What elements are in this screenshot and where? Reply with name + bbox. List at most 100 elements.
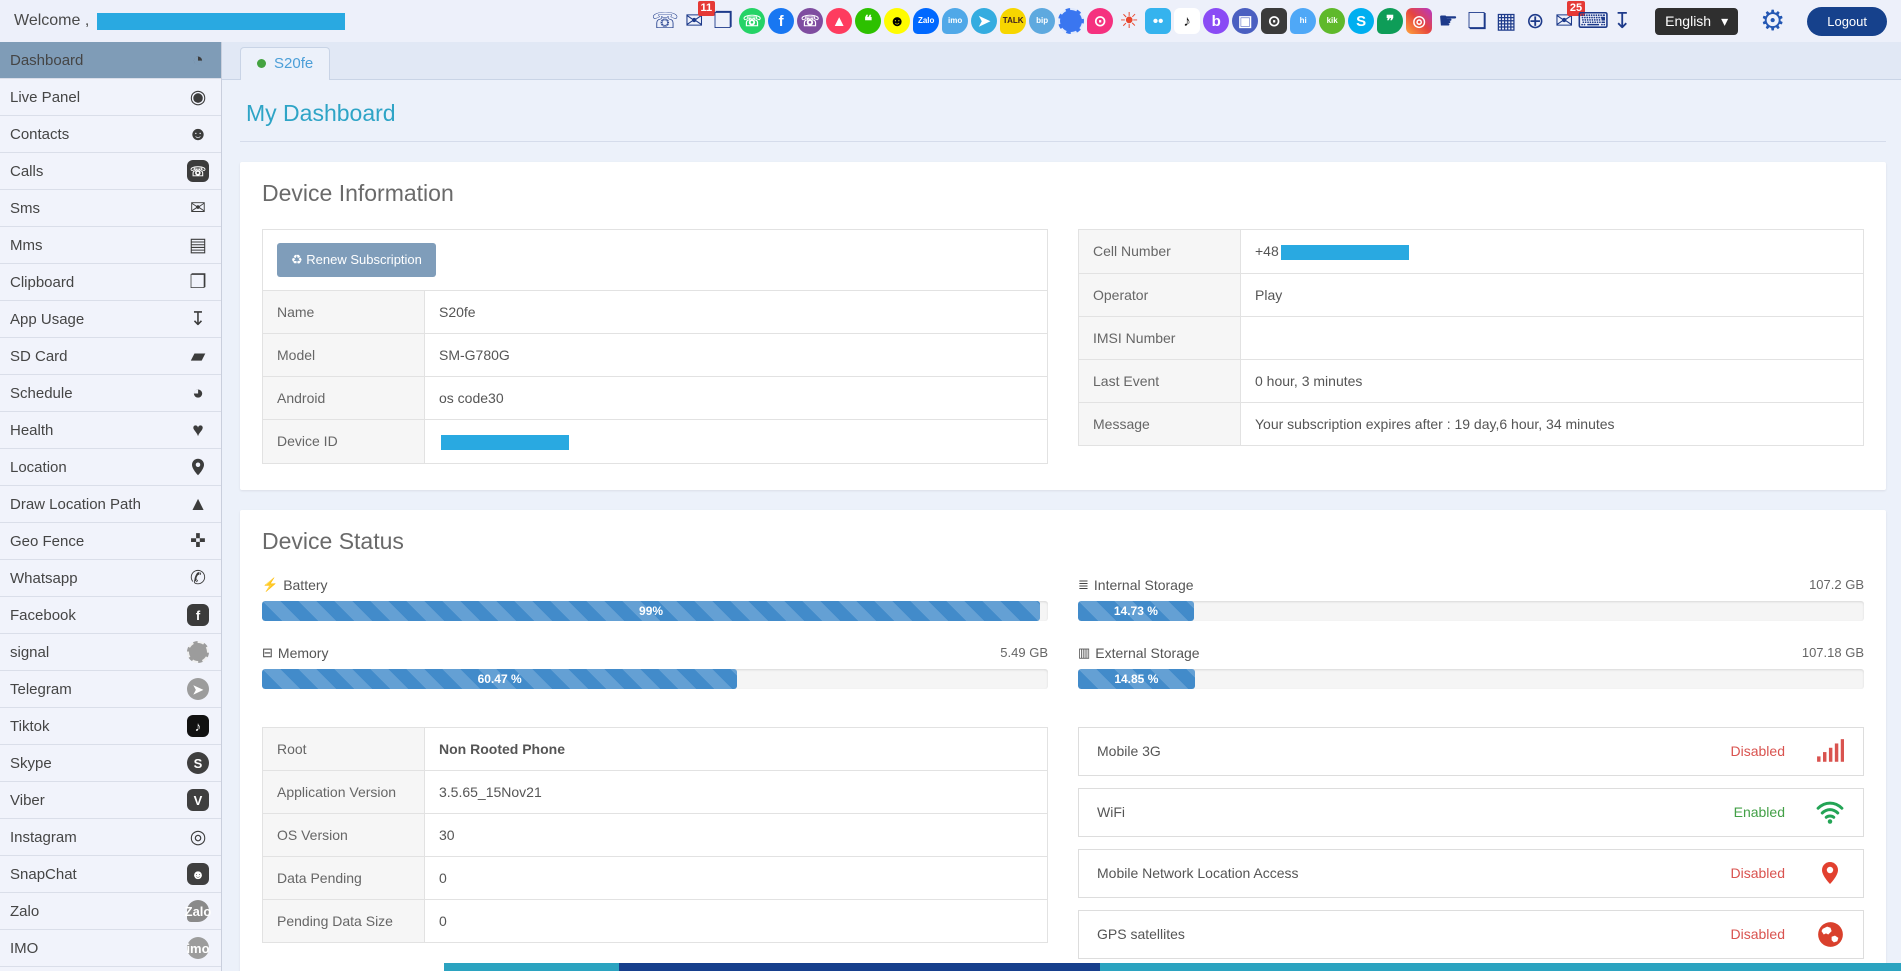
- device-tab[interactable]: S20fe: [240, 47, 331, 80]
- language-selected-value: English: [1665, 13, 1712, 29]
- sidebar-item-tiktok[interactable]: Tiktok ♪: [0, 708, 221, 745]
- skype-icon[interactable]: S: [1348, 8, 1375, 34]
- table-row: Name S20fe: [262, 290, 1048, 334]
- sidebar-item-dashboard[interactable]: Dashboard ◔: [0, 42, 221, 79]
- tiktok-icon[interactable]: ♪: [1174, 8, 1201, 34]
- sidebar-item-geo-fence[interactable]: Geo Fence ✜: [0, 523, 221, 560]
- snapchat-icon: ☻: [187, 863, 209, 885]
- welcome-label: Welcome ,: [14, 12, 90, 29]
- renew-subscription-button[interactable]: ♻ Renew Subscription: [277, 243, 436, 277]
- hangouts-icon[interactable]: ❞: [1377, 8, 1404, 34]
- file-manager-icon[interactable]: ❏: [1464, 8, 1490, 34]
- botim-icon[interactable]: b: [1203, 8, 1230, 34]
- sidebar-item-zalo[interactable]: Zalo Zalo: [0, 893, 221, 930]
- scrollbar-thumb[interactable]: [618, 963, 1100, 971]
- sidebar-item-sd-card[interactable]: SD Card ▰: [0, 338, 221, 375]
- sidebar-item-viber[interactable]: Viber V: [0, 782, 221, 819]
- sidebar-item-label: Calls: [10, 162, 44, 180]
- progress-fill: 14.85 %: [1078, 668, 1195, 689]
- two-dot-messenger-icon[interactable]: ••: [1145, 8, 1172, 34]
- device-status-card: Device Status ⚡ Battery 99% ⊟ Memory 5.4…: [240, 509, 1886, 971]
- radio-status-list: Mobile 3G Disabled WiFi Enabled Mobile N…: [1078, 726, 1864, 971]
- private-chat-icon[interactable]: ⊙: [1261, 8, 1288, 34]
- sidebar-item-calls[interactable]: Calls ☏: [0, 153, 221, 190]
- imo-icon[interactable]: imo: [942, 8, 969, 34]
- sidebar-item-label: Whatsapp: [10, 569, 78, 587]
- sidebar-item-whatsapp[interactable]: Whatsapp ✆: [0, 560, 221, 597]
- sidebar-item-health[interactable]: Health ♥: [0, 412, 221, 449]
- table-row: Model SM-G780G: [262, 333, 1048, 377]
- whatsapp-icon: ✆: [190, 567, 206, 589]
- table-row: Cell Number +48: [1078, 229, 1864, 274]
- health-icon: ♥: [192, 419, 204, 441]
- row-label: Model: [262, 333, 425, 377]
- progress-fill: 60.47 %: [262, 668, 738, 689]
- device-detail-left: Root Non Rooted Phone Application Versio…: [262, 726, 1048, 971]
- workplace-icon[interactable]: ▣: [1232, 8, 1259, 34]
- meter-icon: ≣: [1078, 576, 1089, 592]
- sidebar-item-facebook[interactable]: Facebook f: [0, 597, 221, 634]
- table-row: Operator Play: [1078, 272, 1864, 317]
- whatsapp-icon[interactable]: ☏: [739, 8, 766, 34]
- download-icon[interactable]: ↧: [1609, 8, 1635, 34]
- sidebar-item-clipboard[interactable]: Clipboard ❐: [0, 264, 221, 301]
- video-chat-icon[interactable]: ⊙: [1087, 8, 1114, 34]
- sidebar-item-live-panel[interactable]: Live Panel ◉: [0, 79, 221, 116]
- sidebar-item-app-usage[interactable]: App Usage ↧: [0, 301, 221, 338]
- signal-icon: [187, 641, 209, 663]
- sidebar-item-label: signal: [10, 643, 50, 661]
- progress-value: 60.47 %: [477, 671, 522, 686]
- instagram-icon: ◎: [189, 826, 207, 848]
- wechat-icon[interactable]: ❝: [855, 8, 882, 34]
- sidebar-item-mms[interactable]: Mms ▤: [0, 227, 221, 264]
- sidebar-item-telegram[interactable]: Telegram ➤: [0, 671, 221, 708]
- call-recording-icon[interactable]: ☏: [651, 8, 679, 34]
- gear-icon[interactable]: ⚙: [1760, 7, 1785, 35]
- device-info-table-right: Cell Number +48 Operator Play IMSI Numbe…: [1078, 229, 1864, 446]
- sidebar-item-label: Health: [10, 421, 54, 439]
- keylogger-icon[interactable]: ⌨: [1577, 8, 1609, 34]
- web-history-icon[interactable]: ⊕: [1522, 8, 1548, 34]
- sidebar-item-instagram[interactable]: Instagram ◎: [0, 819, 221, 856]
- sms-icon[interactable]: ✉ 11: [681, 1, 716, 34]
- snapchat-icon[interactable]: ☻: [884, 8, 911, 34]
- viber-icon[interactable]: ☏: [797, 8, 824, 34]
- sidebar-item-schedule[interactable]: Schedule ◕: [0, 375, 221, 412]
- sidebar-item-sms[interactable]: Sms ✉: [0, 190, 221, 227]
- sidebar-item-snapchat[interactable]: SnapChat ☻: [0, 856, 221, 893]
- photos-icon[interactable]: ▦: [1493, 8, 1519, 34]
- sidebar-item-label: Viber: [10, 791, 45, 809]
- row-value: S20fe: [424, 290, 1048, 334]
- logout-button[interactable]: Logout: [1807, 6, 1887, 36]
- sidebar-item-skype[interactable]: Skype S: [0, 745, 221, 782]
- zalo-icon[interactable]: Zalo: [913, 8, 940, 34]
- email-icon[interactable]: ✉ 25: [1551, 1, 1586, 34]
- telegram-icon[interactable]: ➤: [971, 8, 998, 34]
- dashboard-icon: ◔: [192, 49, 204, 71]
- horizontal-scrollbar[interactable]: [444, 963, 1901, 971]
- row-label: Name: [262, 290, 425, 334]
- kik-icon[interactable]: kik: [1319, 8, 1346, 34]
- sidebar-item-location[interactable]: Location: [0, 449, 221, 486]
- language-select[interactable]: English ▾: [1655, 7, 1739, 35]
- signal-icon[interactable]: [1058, 8, 1085, 34]
- app-usage-icon[interactable]: ☛: [1435, 8, 1461, 34]
- sidebar-item-draw-location-path[interactable]: Draw Location Path ▲: [0, 486, 221, 523]
- instagram-icon[interactable]: ◎: [1406, 8, 1433, 34]
- kakaotalk-icon[interactable]: TALK: [1000, 8, 1027, 34]
- meter-label: External Storage: [1095, 644, 1200, 661]
- hike-icon[interactable]: hi: [1290, 8, 1317, 34]
- sun-icon[interactable]: ☀: [1116, 8, 1142, 34]
- device-info-table-left: ♻ Renew Subscription Name S20fe Model SM…: [262, 229, 1048, 464]
- tinder-icon[interactable]: ▲: [826, 8, 853, 34]
- clipboard-icon: ❐: [189, 271, 207, 293]
- sidebar-item-imo[interactable]: IMO imo: [0, 930, 221, 967]
- sidebar-item-label: SD Card: [10, 347, 68, 365]
- row-value: 30: [424, 812, 1048, 857]
- facebook-icon[interactable]: f: [768, 8, 795, 34]
- sidebar-item-signal[interactable]: signal: [0, 634, 221, 671]
- sidebar-item-contacts[interactable]: Contacts ☻: [0, 116, 221, 153]
- sidebar-item-label: Clipboard: [10, 273, 75, 291]
- clipboard-icon[interactable]: ❐: [710, 8, 736, 34]
- bip-icon[interactable]: bip: [1029, 8, 1056, 34]
